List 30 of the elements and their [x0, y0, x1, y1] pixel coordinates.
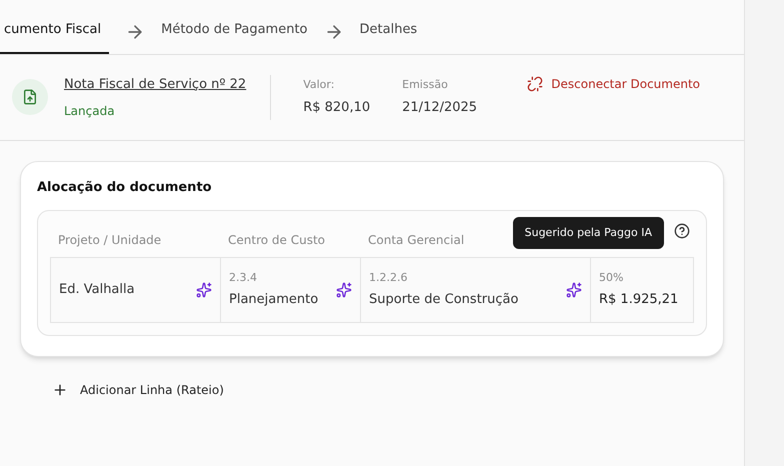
sparkles-icon[interactable]	[336, 282, 352, 298]
step-tab[interactable]: cumento Fiscal	[0, 8, 110, 54]
cell-value: Suporte de Construção	[369, 291, 518, 309]
disconnect-button[interactable]: Desconectar Documento	[527, 74, 700, 92]
field-label: Emissão	[402, 77, 449, 94]
step-tab[interactable]: Método de Pagamento	[161, 8, 308, 54]
column-header: Centro de Custo	[228, 232, 325, 248]
cell-code: 1.2.2.6	[369, 270, 408, 286]
plus-icon	[52, 382, 68, 398]
field-value: 21/12/2025	[402, 98, 478, 117]
cell-value: R$ 1.925,21	[599, 291, 678, 309]
sparkles-icon[interactable]	[566, 282, 582, 298]
status-text: Lançada	[64, 103, 116, 120]
sparkles-icon[interactable]	[196, 282, 212, 298]
file-upload-icon	[22, 89, 38, 106]
cell-code: 2.3.4	[229, 270, 258, 286]
column-header: Projeto / Unidade	[58, 232, 162, 248]
cell-value: Planejamento	[229, 291, 318, 309]
add-line-button[interactable]: Adicionar Linha (Rateio)	[52, 380, 224, 398]
tooltip: Sugerido pela Paggo IA	[512, 216, 664, 249]
cell-value: Ed. Valhalla	[59, 280, 135, 299]
unlink-icon	[527, 76, 544, 92]
cell-code: 50%	[599, 270, 624, 286]
field-value: R$ 820,10	[303, 98, 370, 117]
column-header: Conta Gerencial	[368, 232, 464, 248]
field-label: Valor:	[303, 77, 336, 94]
document-link[interactable]: Nota Fiscal de Serviço nº 22	[64, 74, 246, 94]
step-tab[interactable]: Detalhes	[360, 8, 418, 54]
help-icon[interactable]	[674, 222, 690, 238]
section-title: Alocação do documento	[37, 179, 213, 197]
